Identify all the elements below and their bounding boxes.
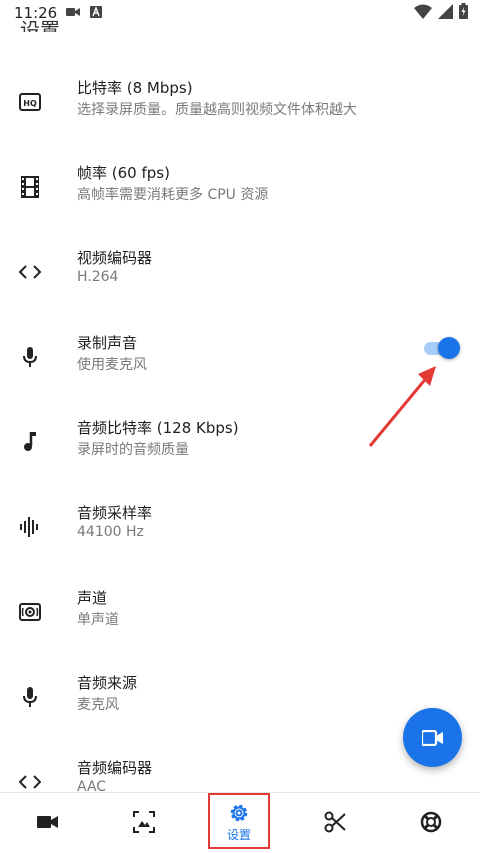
setting-title: 帧率 (60 fps) (77, 164, 170, 182)
video-camera-icon (37, 816, 58, 828)
setting-title: 视频编码器 (77, 249, 153, 267)
setting-subtitle: 录屏时的音频质量 (77, 442, 189, 458)
lifebuoy-icon (420, 811, 442, 833)
code-icon (16, 258, 44, 286)
record-audio-toggle[interactable] (420, 336, 460, 360)
setting-title: 音频采样率 (77, 504, 153, 522)
setting-title: 音频来源 (77, 674, 138, 692)
film-icon (16, 173, 44, 201)
nav-tools[interactable] (305, 793, 365, 851)
svg-text:HQ: HQ (23, 99, 37, 108)
setting-framerate[interactable]: 帧率 (60 fps) 高帧率需要消耗更多 CPU 资源 (0, 152, 480, 237)
setting-subtitle: 单声道 (77, 612, 119, 628)
music-note-icon (16, 428, 44, 456)
nav-help[interactable] (401, 793, 461, 851)
waveform-icon (16, 513, 44, 541)
setting-subtitle: 44100 Hz (77, 524, 144, 540)
setting-title: 音频比特率 (128 Kbps) (77, 419, 239, 437)
setting-subtitle: 高帧率需要消耗更多 CPU 资源 (77, 187, 269, 203)
toggle-thumb (438, 337, 460, 359)
nav-settings-highlight-box (208, 793, 270, 849)
mic-icon (16, 683, 44, 711)
hq-icon: HQ (16, 88, 44, 116)
setting-subtitle: H.264 (77, 269, 119, 285)
mic-icon (16, 343, 44, 371)
setting-title: 录制声音 (77, 334, 138, 352)
setting-title: 比特率 (8 Mbps) (77, 79, 193, 97)
record-fab-button[interactable] (403, 708, 462, 767)
setting-subtitle: 使用麦克风 (77, 357, 147, 373)
annotation-arrow (368, 366, 436, 447)
video-camera-icon (421, 729, 443, 746)
setting-title: 声道 (77, 589, 108, 607)
image-icon (133, 811, 155, 833)
setting-channels[interactable]: 声道 单声道 (0, 577, 480, 662)
setting-audio-samplerate[interactable]: 音频采样率 44100 Hz (0, 492, 480, 577)
setting-title: 音频编码器 (77, 759, 153, 777)
setting-subtitle: 麦克风 (77, 697, 119, 713)
nav-videos[interactable] (18, 793, 78, 851)
speaker-icon (16, 598, 44, 626)
nav-screenshots[interactable] (114, 793, 174, 851)
code-icon (16, 768, 44, 792)
setting-video-encoder[interactable]: 视频编码器 H.264 (0, 237, 480, 322)
setting-subtitle: 选择录屏质量。质量越高则视频文件体积越大 (77, 102, 357, 118)
setting-bitrate[interactable]: HQ 比特率 (8 Mbps) 选择录屏质量。质量越高则视频文件体积越大 (0, 67, 480, 152)
setting-subtitle: AAC (77, 779, 107, 792)
scissors-icon (324, 811, 346, 833)
bottom-nav: 设置 (0, 792, 480, 853)
